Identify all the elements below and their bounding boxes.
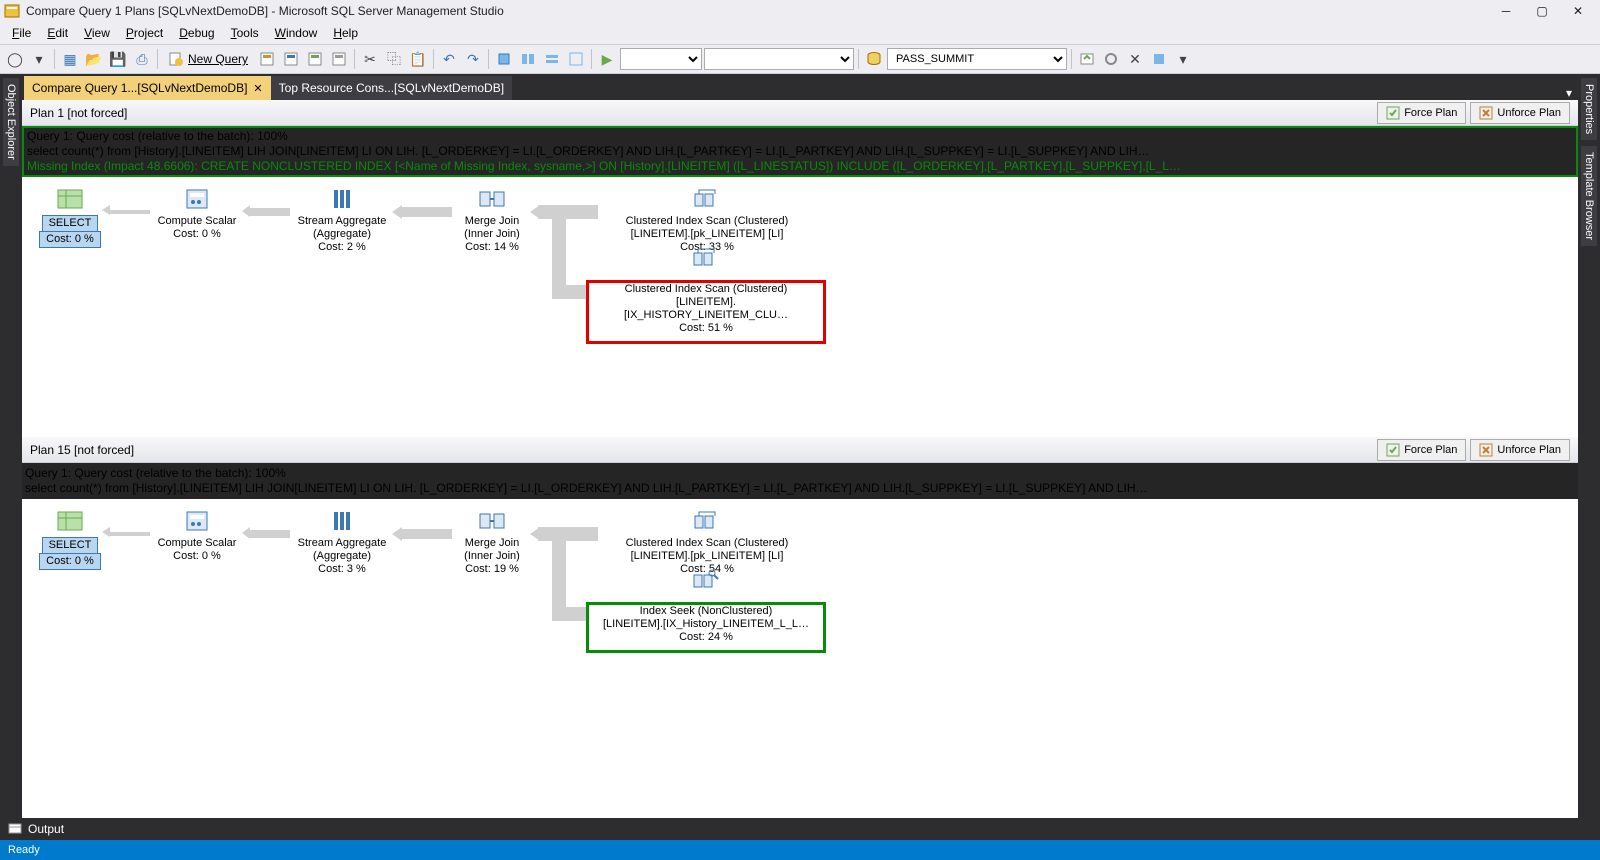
tb-btn-1[interactable] [256, 48, 278, 70]
plan15-op-seek[interactable]: Index Seek (NonClustered) [LINEITEM].[IX… [586, 602, 826, 653]
unforce-plan-button-2[interactable]: Unforce Plan [1470, 439, 1570, 461]
minimize-button[interactable]: ─ [1488, 0, 1524, 22]
cut-button[interactable]: ✂ [359, 48, 381, 70]
plan15-op-compute[interactable]: Compute Scalar Cost: 0 % [142, 509, 252, 563]
tabs-dropdown[interactable]: ▾ [1560, 86, 1578, 100]
nav-fwd-button[interactable]: ▾ [28, 48, 50, 70]
tb-btn-8[interactable] [565, 48, 587, 70]
unforce-plan-button[interactable]: Unforce Plan [1470, 102, 1570, 124]
force-plan-button[interactable]: Force Plan [1377, 102, 1466, 124]
tb-btn-5[interactable] [493, 48, 515, 70]
tb-btn-4[interactable] [328, 48, 350, 70]
tb-btn-2[interactable] [280, 48, 302, 70]
nav-back-button[interactable]: ◯ [4, 48, 26, 70]
app-icon [4, 3, 20, 19]
menu-bar: File Edit View Project Debug Tools Windo… [0, 22, 1600, 44]
platform-combo[interactable] [704, 48, 854, 70]
tb-btn-6[interactable] [517, 48, 539, 70]
status-bar: Ready [0, 840, 1600, 860]
right-sidebar: Properties Template Browser [1578, 74, 1600, 818]
output-panel-header[interactable]: Output [0, 818, 1600, 840]
copy-button[interactable]: ⿻ [383, 48, 405, 70]
config-combo[interactable] [620, 48, 702, 70]
menu-debug[interactable]: Debug [171, 24, 222, 42]
open-file-button[interactable]: 📂 [83, 48, 105, 70]
force-plan-icon [1386, 106, 1400, 120]
menu-project[interactable]: Project [118, 24, 171, 42]
plan15-op-merge[interactable]: Merge Join (Inner Join) Cost: 19 % [447, 509, 537, 576]
menu-window[interactable]: Window [267, 24, 326, 42]
unforce-plan-icon [1479, 443, 1493, 457]
tb-dropdown[interactable]: ▾ [1172, 48, 1194, 70]
plan1-diagram[interactable]: SELECT Cost: 0 % Compute Scalar Cost: 0 … [22, 177, 1578, 437]
force-plan-icon [1386, 443, 1400, 457]
plan1-op-stream[interactable]: Stream Aggregate (Aggregate) Cost: 2 % [287, 187, 397, 254]
title-bar: Compare Query 1 Plans [SQLvNextDemoDB] -… [0, 0, 1600, 22]
object-explorer-tab[interactable]: Object Explorer [3, 78, 19, 166]
menu-tools[interactable]: Tools [223, 24, 267, 42]
unforce-plan-icon [1479, 106, 1493, 120]
menu-help[interactable]: Help [325, 24, 366, 42]
tab-label: Top Resource Cons...[SQLvNextDemoDB] [279, 81, 504, 95]
tb-btn-3[interactable] [304, 48, 326, 70]
tb-btn-7[interactable] [541, 48, 563, 70]
plan1-op-cis-top[interactable]: Clustered Index Scan (Clustered) [LINEIT… [592, 187, 822, 254]
window-title: Compare Query 1 Plans [SQLvNextDemoDB] -… [26, 4, 504, 18]
new-query-label: New Query [188, 52, 248, 66]
tb-btn-9[interactable] [1076, 48, 1098, 70]
tab-label: Compare Query 1...[SQLvNextDemoDB] [32, 81, 247, 95]
output-icon [8, 821, 22, 838]
output-label: Output [28, 822, 64, 836]
plan1-op-compute[interactable]: Compute Scalar Cost: 0 % [142, 187, 252, 241]
db-icon [863, 48, 885, 70]
plan15-op-stream[interactable]: Stream Aggregate (Aggregate) Cost: 3 % [287, 509, 397, 576]
save-all-button[interactable]: ⎙ [131, 48, 153, 70]
plan15-header: Plan 15 [not forced] Force Plan Unforce … [22, 437, 1578, 463]
template-browser-tab[interactable]: Template Browser [1581, 146, 1597, 246]
properties-tab[interactable]: Properties [1581, 78, 1597, 140]
menu-file[interactable]: File [4, 24, 39, 42]
run-button[interactable]: ▶ [596, 48, 618, 70]
plan15-query-text: Query 1: Query cost (relative to the bat… [22, 463, 1578, 499]
plan15-title: Plan 15 [not forced] [30, 443, 134, 457]
plan1-op-merge[interactable]: Merge Join (Inner Join) Cost: 14 % [447, 187, 537, 254]
menu-edit[interactable]: Edit [39, 24, 76, 42]
menu-view[interactable]: View [76, 24, 118, 42]
new-project-button[interactable]: ▦ [59, 48, 81, 70]
tab-top-resource[interactable]: Top Resource Cons...[SQLvNextDemoDB] [271, 76, 512, 100]
plan1-title: Plan 1 [not forced] [30, 106, 127, 120]
paste-button[interactable]: 📋 [407, 48, 429, 70]
close-icon[interactable]: ✕ [253, 82, 262, 95]
toolbar: ◯ ▾ ▦ 📂 💾 ⎙ New Query ✂ ⿻ 📋 ↶ ↷ ▶ PASS_S… [0, 44, 1600, 74]
status-text: Ready [8, 844, 40, 856]
force-plan-button-2[interactable]: Force Plan [1377, 439, 1466, 461]
plan15-diagram[interactable]: SELECT Cost: 0 % Compute Scalar Cost: 0 … [22, 499, 1578, 818]
left-sidebar: Object Explorer [0, 74, 22, 818]
redo-button[interactable]: ↷ [462, 48, 484, 70]
plan1-query-text: Query 1: Query cost (relative to the bat… [22, 126, 1578, 177]
database-combo[interactable]: PASS_SUMMIT [887, 48, 1067, 70]
tab-compare-query[interactable]: Compare Query 1...[SQLvNextDemoDB] ✕ [24, 76, 271, 100]
plan1-header: Plan 1 [not forced] Force Plan Unforce P… [22, 100, 1578, 126]
tb-btn-10[interactable] [1100, 48, 1122, 70]
document-tabs: Compare Query 1...[SQLvNextDemoDB] ✕ Top… [22, 74, 1578, 100]
save-button[interactable]: 💾 [107, 48, 129, 70]
plan15-op-cis-top[interactable]: Clustered Index Scan (Clustered) [LINEIT… [592, 509, 822, 576]
maximize-button[interactable]: ▢ [1524, 0, 1560, 22]
plan15-op-select[interactable]: SELECT Cost: 0 % [30, 509, 110, 570]
plan1-op-select[interactable]: SELECT Cost: 0 % [30, 187, 110, 248]
tb-btn-12[interactable] [1148, 48, 1170, 70]
new-query-button[interactable]: New Query [162, 48, 254, 70]
tb-btn-11[interactable]: ✕ [1124, 48, 1146, 70]
plan1-op-cis-bot[interactable]: Clustered Index Scan (Clustered) [LINEIT… [586, 280, 826, 344]
close-button[interactable]: ✕ [1560, 0, 1596, 22]
undo-button[interactable]: ↶ [438, 48, 460, 70]
